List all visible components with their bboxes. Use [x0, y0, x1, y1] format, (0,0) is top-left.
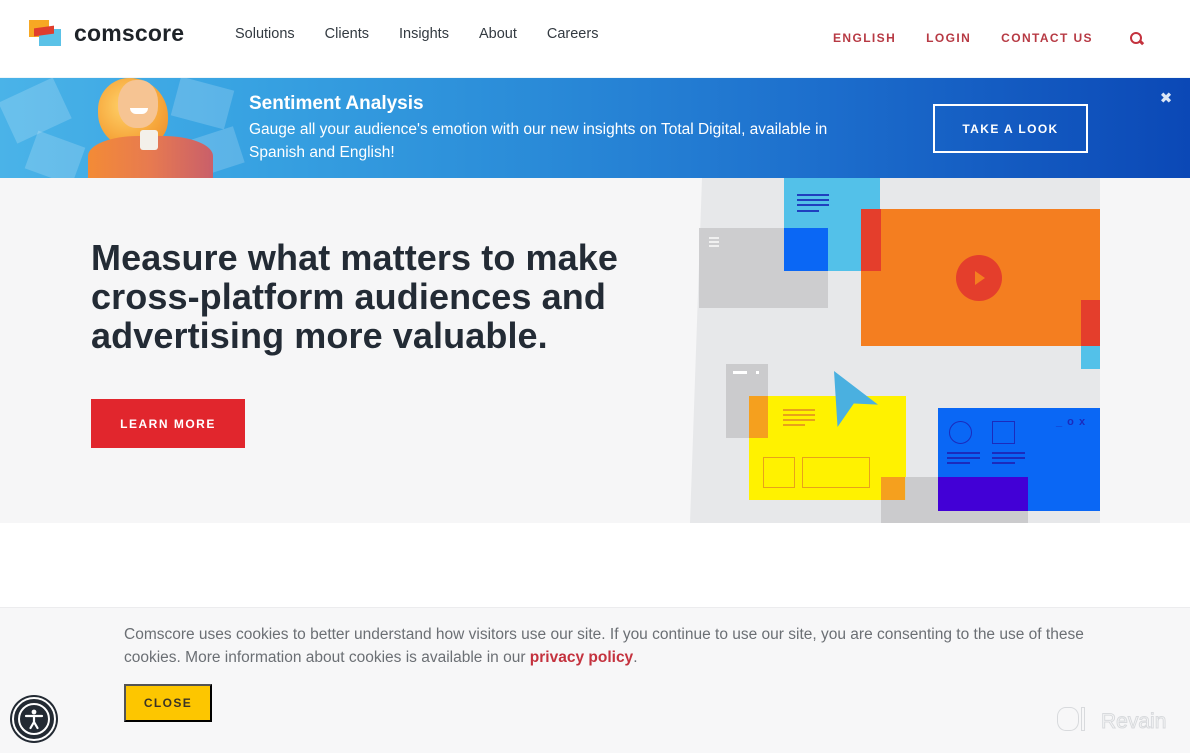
- promo-description: Gauge all your audience's emotion with o…: [249, 121, 828, 161]
- utility-nav: ENGLISH LOGIN CONTACT US: [833, 29, 1145, 47]
- close-icon[interactable]: ✖: [1159, 91, 1173, 106]
- site-header: comscore Solutions Clients Insights Abou…: [0, 0, 1190, 78]
- accessibility-icon: [18, 703, 50, 735]
- cookie-text-after: .: [633, 649, 638, 666]
- language-english-link[interactable]: ENGLISH: [833, 31, 896, 45]
- nav-solutions[interactable]: Solutions: [235, 26, 295, 42]
- promo-image: [0, 78, 250, 178]
- window-controls-icon: _ o x: [1056, 416, 1087, 428]
- logo-text: comscore: [74, 20, 185, 46]
- take-a-look-button[interactable]: TAKE A LOOK: [933, 104, 1088, 153]
- nav-about[interactable]: About: [479, 26, 517, 42]
- revain-watermark: Revain: [1055, 705, 1167, 739]
- nav-insights[interactable]: Insights: [399, 26, 449, 42]
- login-link[interactable]: LOGIN: [926, 31, 971, 45]
- cookie-message: Comscore uses cookies to better understa…: [124, 623, 1084, 669]
- hero-title: Measure what matters to make cross-platf…: [91, 237, 618, 356]
- revain-logo-icon: [1055, 705, 1087, 739]
- learn-more-button[interactable]: LEARN MORE: [91, 399, 245, 448]
- page-content-spacer: [0, 523, 1190, 607]
- nav-clients[interactable]: Clients: [325, 26, 369, 42]
- revain-text: Revain: [1100, 710, 1167, 734]
- search-icon[interactable]: [1129, 31, 1145, 47]
- privacy-policy-link[interactable]: privacy policy: [530, 649, 633, 666]
- cookie-close-button[interactable]: CLOSE: [124, 684, 212, 722]
- main-nav: Solutions Clients Insights About Careers: [235, 26, 628, 42]
- accessibility-button[interactable]: [12, 697, 56, 741]
- smiling-woman-photo: [88, 78, 213, 178]
- comscore-logo[interactable]: comscore: [29, 20, 184, 47]
- promo-title: Sentiment Analysis: [249, 93, 424, 114]
- comscore-logo-icon: [29, 20, 63, 47]
- contact-us-link[interactable]: CONTACT US: [1001, 31, 1093, 45]
- hero-illustration: _ o x: [690, 178, 1100, 523]
- nav-careers[interactable]: Careers: [547, 26, 599, 42]
